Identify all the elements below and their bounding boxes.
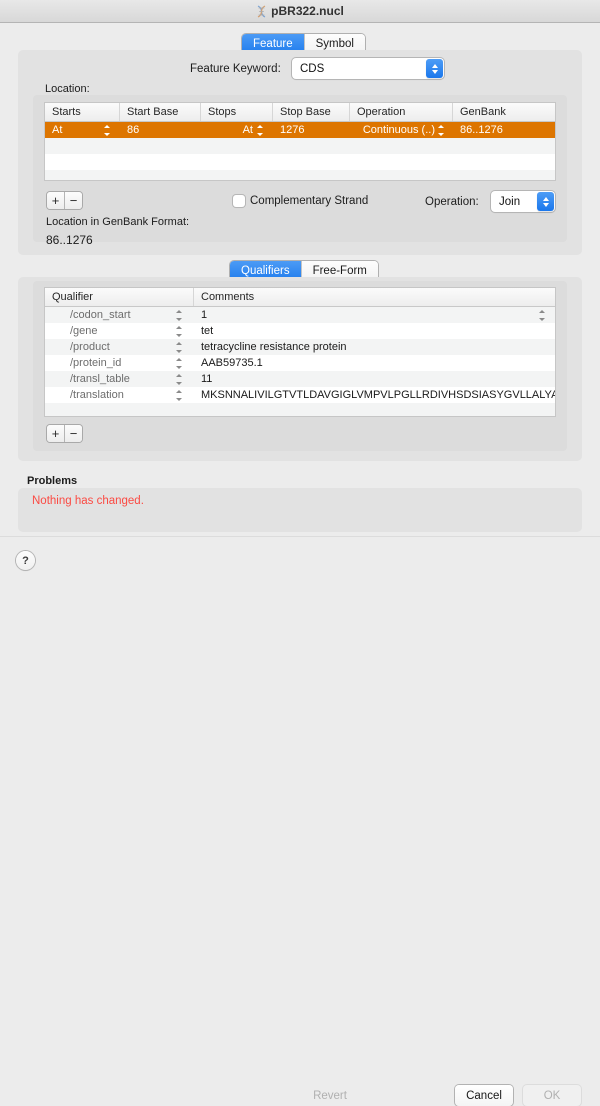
complementary-strand-checkbox[interactable]: Complementary Strand: [233, 195, 368, 207]
qualifier-stepper-icon[interactable]: [176, 374, 183, 385]
revert-button: Revert: [313, 1089, 347, 1102]
qualifier-stepper-icon[interactable]: [176, 310, 183, 321]
location-table-row[interactable]: At 86 At 1276 Continuous (..) 86..1276: [45, 122, 555, 138]
stops-stepper-icon[interactable]: [257, 125, 264, 136]
title-bar: pBR322.nucl: [0, 0, 600, 23]
operation-value: Join: [499, 195, 521, 208]
qualifier-stepper-icon[interactable]: [176, 390, 183, 401]
cell-comment[interactable]: 1: [194, 307, 555, 323]
location-add-remove-group[interactable]: + −: [47, 192, 82, 209]
cell-operation[interactable]: Continuous (..): [350, 122, 453, 138]
operation-stepper-icon[interactable]: [537, 192, 554, 211]
genbank-format-label: Location in GenBank Format:: [46, 216, 190, 228]
qualifier-add-remove-group[interactable]: + −: [47, 425, 82, 442]
operation-label: Operation:: [425, 196, 479, 208]
location-label: Location:: [45, 83, 90, 95]
cell-qualifier[interactable]: /transl_table: [45, 371, 194, 387]
column-header-operation[interactable]: Operation: [350, 103, 453, 121]
window-title: pBR322.nucl: [271, 4, 344, 18]
column-header-genbank[interactable]: GenBank: [453, 103, 555, 121]
qualifier-stepper-icon[interactable]: [176, 342, 183, 353]
add-qualifier-button[interactable]: +: [47, 425, 65, 442]
cell-qualifier[interactable]: /gene: [45, 323, 194, 339]
cell-qualifier[interactable]: /translation: [45, 387, 194, 403]
qualifier-row[interactable]: /codon_start 1: [45, 307, 555, 323]
remove-location-button[interactable]: −: [65, 192, 82, 209]
dna-sequence-icon: [256, 4, 267, 18]
qualifier-row[interactable]: /protein_id AAB59735.1: [45, 355, 555, 371]
cell-comment[interactable]: 11: [194, 371, 555, 387]
complementary-strand-label: Complementary Strand: [250, 195, 369, 207]
column-header-start-base[interactable]: Start Base: [120, 103, 201, 121]
qualifier-stepper-icon[interactable]: [176, 326, 183, 337]
ok-button: OK: [523, 1085, 581, 1106]
qualifiers-table-empty-row[interactable]: [45, 403, 555, 416]
cell-qualifier[interactable]: /protein_id: [45, 355, 194, 371]
column-header-qualifier[interactable]: Qualifier: [45, 288, 194, 306]
cell-comment[interactable]: MKSNNALIVILGTVTLDAVGIGLVMPVLPGLLRDIVHSDS…: [194, 387, 555, 403]
problem-message: Nothing has changed.: [32, 495, 144, 507]
location-table-empty-row[interactable]: [45, 154, 555, 170]
column-header-comments[interactable]: Comments: [194, 288, 555, 306]
column-header-starts[interactable]: Starts: [45, 103, 120, 121]
cell-comment[interactable]: AAB59735.1: [194, 355, 555, 371]
cell-comment[interactable]: tet: [194, 323, 555, 339]
location-table-header: Starts Start Base Stops Stop Base Operat…: [45, 103, 555, 122]
feature-editor-window: pBR322.nucl Feature Symbol Feature Keywo…: [0, 0, 600, 1106]
checkbox-box-icon[interactable]: [233, 195, 245, 207]
cell-stops[interactable]: At: [201, 122, 273, 138]
help-button[interactable]: ?: [16, 551, 35, 570]
feature-keyword-value: CDS: [300, 62, 325, 75]
starts-stepper-icon[interactable]: [104, 125, 111, 136]
cancel-button[interactable]: Cancel: [455, 1085, 513, 1106]
column-header-stop-base[interactable]: Stop Base: [273, 103, 350, 121]
footer-bar: ? Revert Cancel OK: [0, 536, 600, 1106]
comment-stepper-icon[interactable]: [539, 310, 546, 321]
qualifiers-table[interactable]: Qualifier Comments /codon_start 1 /gene …: [45, 288, 555, 416]
operation-stepper-icon[interactable]: [438, 125, 445, 136]
add-location-button[interactable]: +: [47, 192, 65, 209]
qualifier-row[interactable]: /product tetracycline resistance protein: [45, 339, 555, 355]
qualifier-stepper-icon[interactable]: [176, 358, 183, 369]
location-table[interactable]: Starts Start Base Stops Stop Base Operat…: [45, 103, 555, 180]
column-header-stops[interactable]: Stops: [201, 103, 273, 121]
cell-qualifier[interactable]: /product: [45, 339, 194, 355]
title-wrap: pBR322.nucl: [256, 4, 344, 18]
qualifier-row[interactable]: /transl_table 11: [45, 371, 555, 387]
qualifier-row[interactable]: /gene tet: [45, 323, 555, 339]
remove-qualifier-button[interactable]: −: [65, 425, 82, 442]
problems-label: Problems: [27, 475, 78, 487]
cell-qualifier[interactable]: /codon_start: [45, 307, 194, 323]
feature-keyword-popup[interactable]: CDS: [292, 58, 444, 79]
cell-comment[interactable]: tetracycline resistance protein: [194, 339, 555, 355]
feature-keyword-label: Feature Keyword:: [190, 63, 281, 75]
cell-start-base[interactable]: 86: [120, 122, 201, 138]
feature-keyword-stepper-icon[interactable]: [426, 59, 443, 78]
cell-starts[interactable]: At: [45, 122, 120, 138]
qualifiers-table-header: Qualifier Comments: [45, 288, 555, 307]
cell-genbank[interactable]: 86..1276: [453, 122, 555, 138]
cell-stop-base[interactable]: 1276: [273, 122, 350, 138]
location-table-empty-row[interactable]: [45, 170, 555, 180]
location-table-empty-row[interactable]: [45, 138, 555, 154]
operation-popup[interactable]: Join: [491, 191, 555, 212]
genbank-format-value: 86..1276: [46, 233, 93, 247]
qualifier-row[interactable]: /translation MKSNNALIVILGTVTLDAVGIGLVMPV…: [45, 387, 555, 403]
